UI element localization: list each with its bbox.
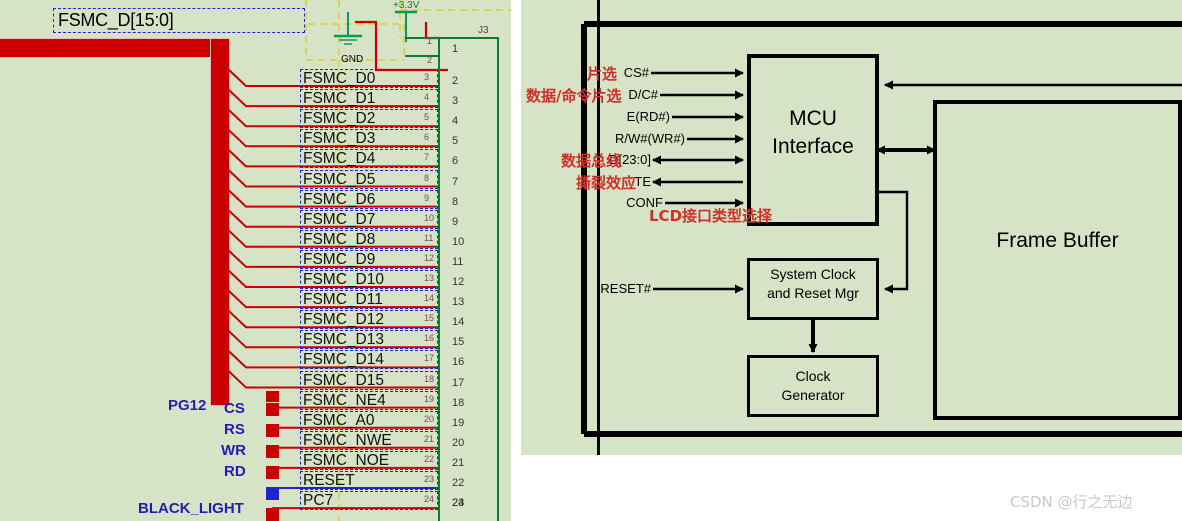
pin-pad-rd	[266, 466, 279, 479]
pin-number: 8	[452, 195, 459, 208]
pin-number-small: 15	[424, 313, 435, 324]
net-label: FSMC_D14	[303, 351, 384, 369]
net-label: FSMC_D11	[303, 291, 383, 309]
pin-number: 15	[452, 336, 465, 349]
pin-number: 18	[452, 396, 465, 409]
pin-number-small: 14	[424, 293, 435, 304]
left-schematic-panel: FSMC_D[15:0] GND +3.3V J3 1 2 1 FSMC_D0 3…	[0, 0, 511, 521]
pin-number: 22	[452, 477, 465, 489]
pin-number: 14	[452, 316, 465, 329]
net-label: FSMC_D7	[303, 210, 376, 228]
signal-label-cs: CS	[224, 400, 245, 417]
pin-number-small: 10	[424, 212, 435, 223]
pin-number-small: 24	[424, 494, 435, 505]
pin-number-small: 4	[424, 92, 430, 103]
net-label: FSMC_D10	[303, 271, 384, 288]
pin-number: 13	[452, 296, 465, 309]
net-label: FSMC_D13	[303, 331, 384, 349]
pin-number: 11	[452, 255, 464, 268]
pin-number: 24	[452, 497, 465, 510]
signal-label-rs: RS	[224, 421, 245, 438]
pin-pad-reset	[266, 487, 279, 500]
pin-number: 9	[452, 215, 459, 228]
net-label: FSMC_D2	[303, 110, 376, 128]
pin-number-small: 17	[424, 353, 435, 364]
pin-number: 10	[452, 235, 465, 248]
pin-number-small: 7	[424, 152, 430, 163]
net-label: FSMC_D5	[303, 170, 376, 188]
pin-number-small: 21	[424, 433, 435, 444]
signal-label-wr: WR	[221, 442, 246, 459]
net-label: FSMC_NOE	[303, 451, 390, 469]
net-label: FSMC_D8	[303, 230, 376, 248]
pin-number-small: 16	[424, 333, 435, 344]
pin-number: 4	[452, 115, 459, 128]
pin-number: 17	[452, 376, 465, 389]
annotation-data-command-select: 数据/命令片选	[526, 87, 622, 105]
net-label: FSMC_A0	[303, 411, 375, 429]
pin-number-small: 12	[424, 252, 435, 263]
net-rows-container: FSMC_D0 3 2 FSMC_D1 4 3 FSMC_D2 5 4 FSMC_D3 6 5 FSMC…	[0, 0, 511, 521]
net-label: FSMC_D4	[303, 150, 376, 168]
net-label: FSMC_D12	[303, 311, 384, 329]
pin-number-small: 3	[424, 72, 430, 82]
pin-pad-top-bus	[266, 391, 279, 402]
net-label: FSMC_D0	[303, 70, 376, 87]
net-label: FSMC_D3	[303, 130, 376, 148]
port-label-black-light: BLACK_LIGHT	[138, 500, 244, 517]
net-label: FSMC_D6	[303, 190, 376, 208]
pin-number: 3	[452, 95, 459, 108]
annotation-tearing-effect: 撕裂效应	[576, 174, 637, 192]
pin-number-small: 8	[424, 172, 430, 183]
pin-number: 20	[452, 436, 465, 449]
net-label: FSMC_NE4	[303, 391, 386, 409]
pin-number: 12	[452, 276, 465, 288]
pin-number: 7	[452, 175, 459, 188]
pin-number: 19	[452, 416, 465, 429]
net-label: RESET	[303, 472, 355, 489]
annotation-chip-select: 片选	[587, 65, 618, 83]
right-block-diagram-panel: MCU Interface Frame Buffer System Clock …	[521, 0, 1182, 455]
net-label: PC7	[303, 492, 334, 510]
pin-number: 16	[452, 356, 465, 369]
pin-number-small: 5	[424, 112, 430, 123]
pin-number-small: 9	[424, 192, 430, 203]
pin-pad-rs	[266, 424, 279, 437]
pin-number-small: 11	[424, 232, 434, 243]
pin-number: 5	[452, 135, 459, 148]
pin-number-small: 23	[424, 474, 435, 484]
signal-label-e-rd: E(RD#)	[626, 109, 670, 124]
net-label: FSMC_D9	[303, 250, 376, 268]
pin-number-small: 19	[424, 393, 435, 404]
pin-pad-cs	[266, 403, 279, 416]
pin-number-small: 22	[424, 453, 435, 464]
pin-number: 6	[452, 155, 459, 168]
signal-label-rd: RD	[224, 463, 246, 480]
pin-number-small: 20	[424, 413, 435, 424]
pin-number-small: 6	[424, 132, 430, 143]
pin-number: 21	[452, 456, 465, 469]
pin-pad-black-light	[266, 508, 279, 521]
signal-label-reset-hash: RESET#	[600, 281, 651, 296]
net-label: FSMC_NWE	[303, 431, 392, 449]
signal-label-rw-wr: R/W#(WR#)	[614, 131, 685, 146]
annotation-lcd-interface-type: LCD接口类型选择	[649, 207, 773, 225]
pin-number: 2	[452, 75, 459, 87]
port-label-pg12: PG12	[168, 397, 207, 414]
annotation-data-bus: 数据总线	[561, 152, 622, 170]
pin-pad-wr	[266, 445, 279, 458]
net-label: FSMC_D1	[303, 90, 376, 108]
pin-number-small: 18	[424, 373, 435, 384]
net-label: FSMC_D15	[303, 371, 384, 389]
pin-number-small: 13	[424, 273, 435, 283]
watermark: CSDN @行之无边	[1010, 493, 1133, 511]
